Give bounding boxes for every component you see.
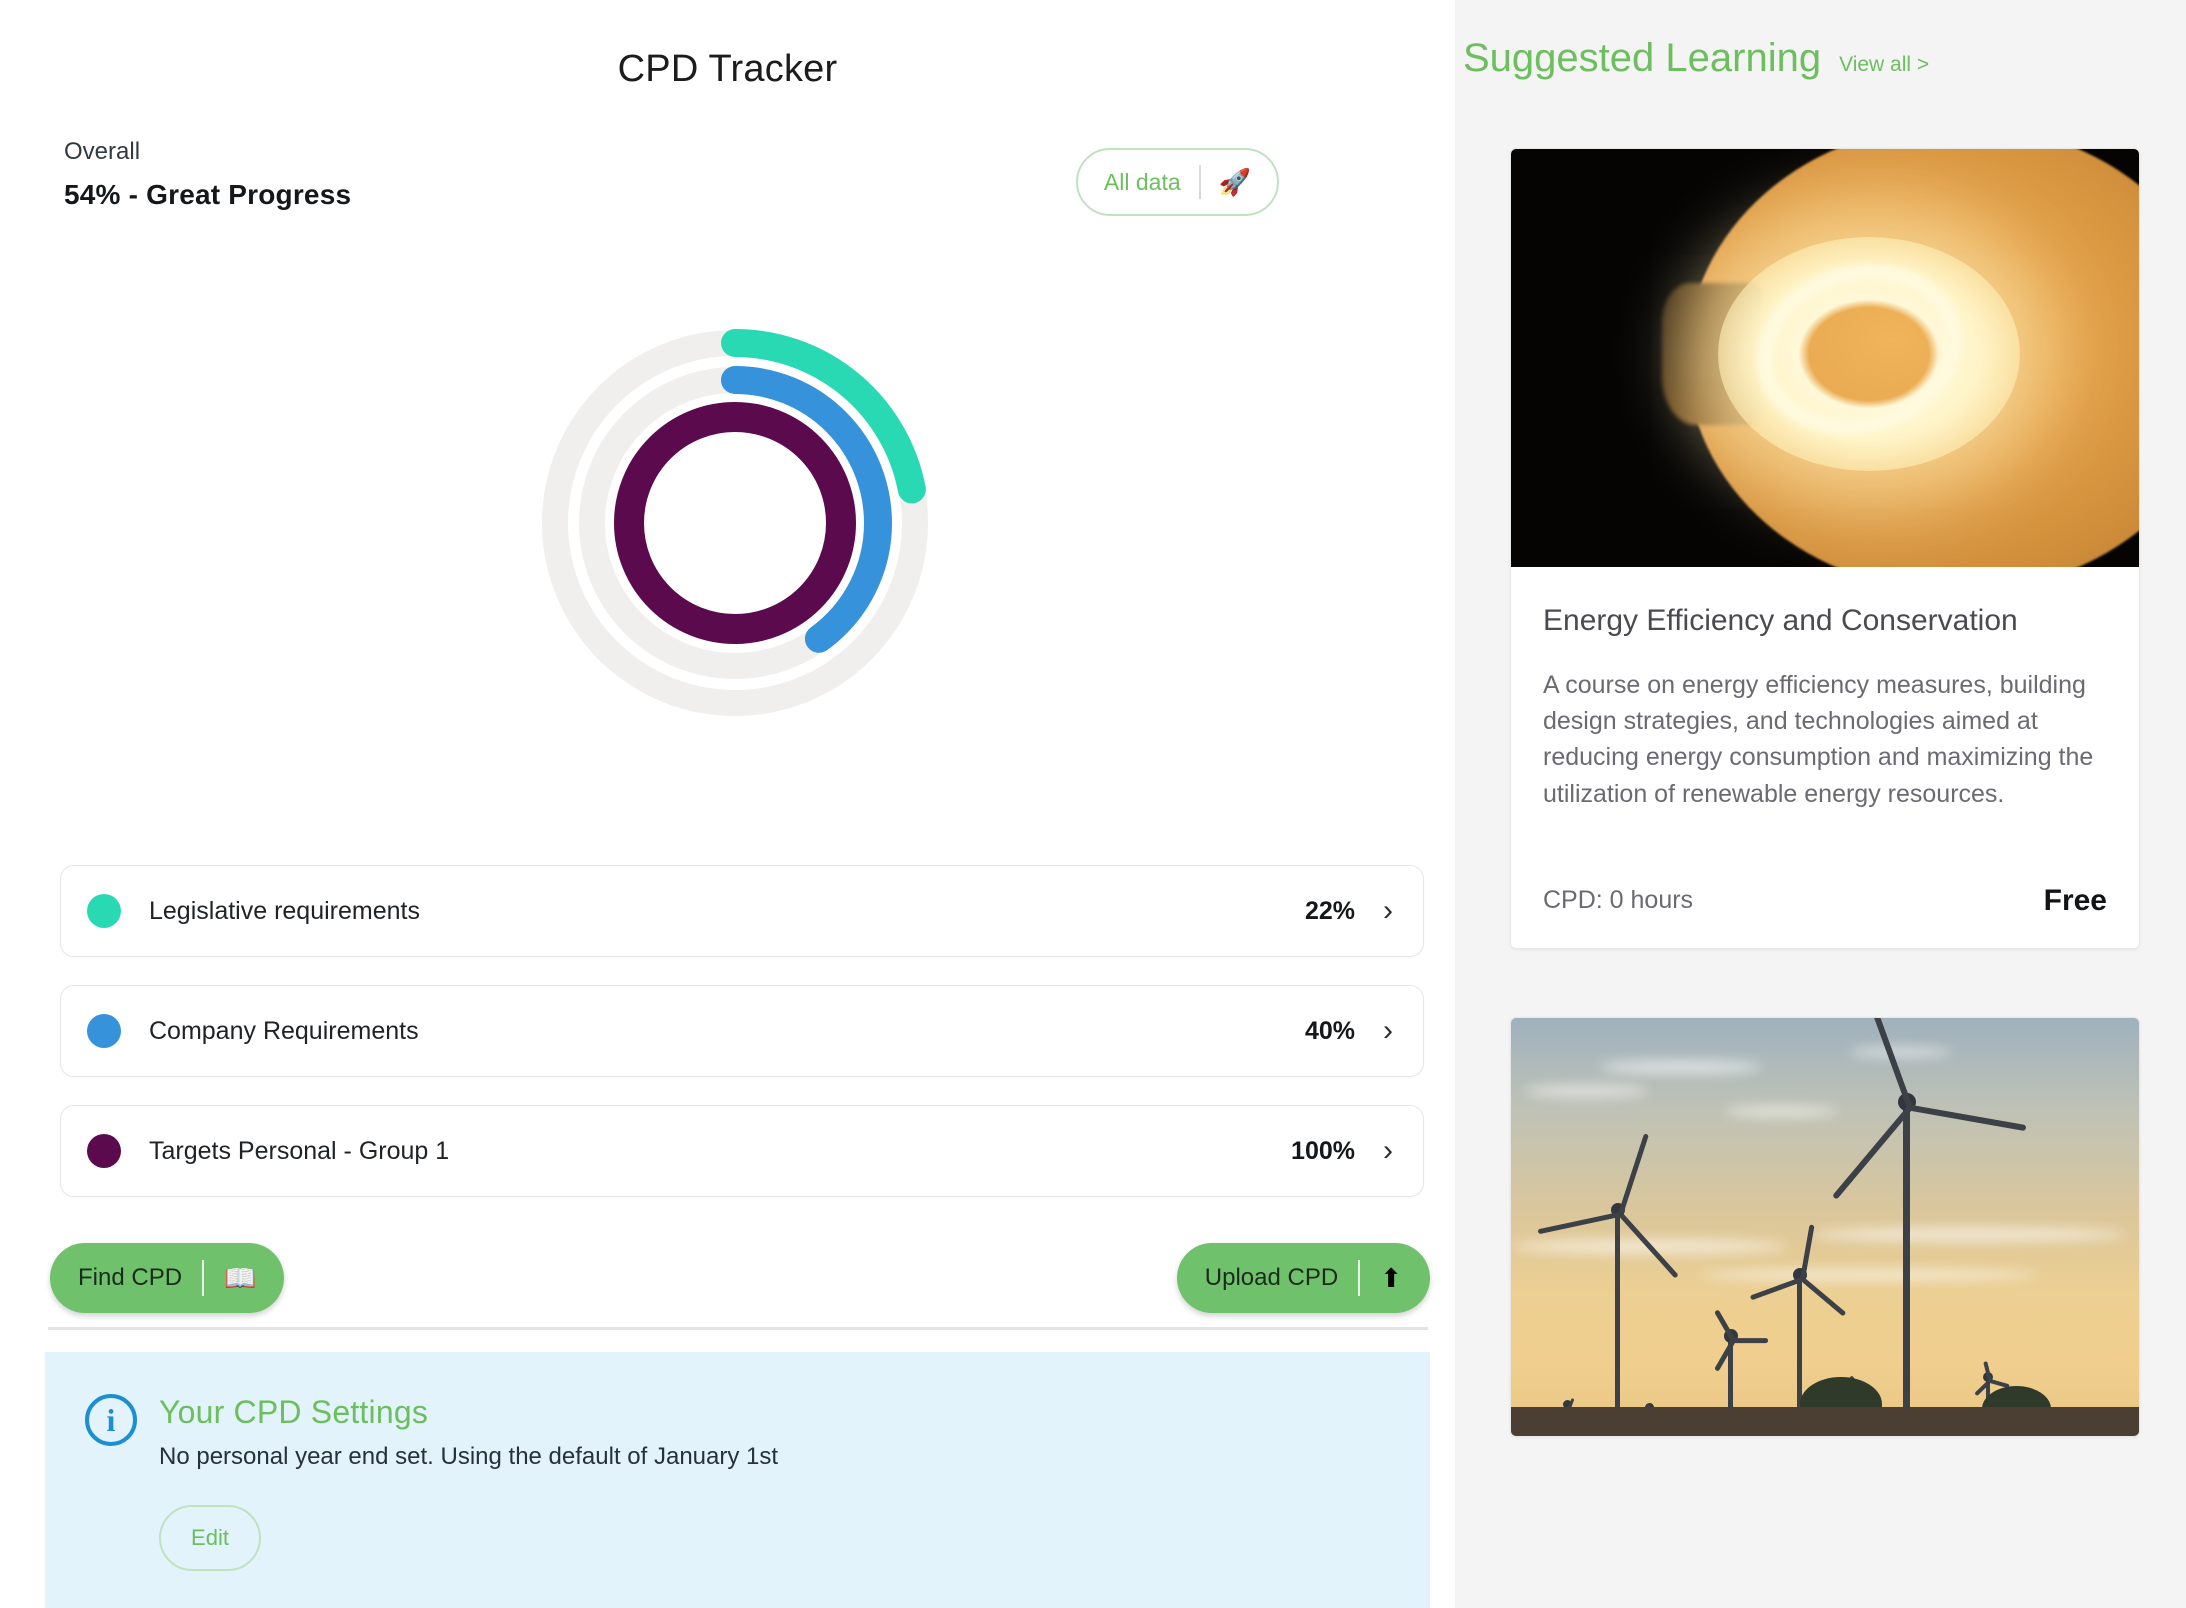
find-cpd-label: Find CPD (78, 1264, 183, 1291)
course-cpd-hours: CPD: 0 hours (1543, 886, 1694, 915)
find-cpd-button[interactable]: Find CPD 📖 (50, 1243, 285, 1313)
upload-cpd-label: Upload CPD (1204, 1264, 1339, 1291)
course-title: Energy Efficiency and Conservation (1543, 604, 2018, 637)
category-percent: 100% (1291, 1136, 1355, 1165)
category-list: Legislative requirements 22% › Company R… (60, 865, 1424, 1225)
chevron-right-icon[interactable]: › (1383, 1136, 1393, 1166)
info-panel-title: Your CPD Settings (159, 1394, 429, 1430)
action-button-bar: Find CPD 📖 Upload CPD ⬆ (50, 1243, 1430, 1313)
rocket-icon: 🚀 (1218, 167, 1251, 197)
info-panel-header: i Your CPD Settings No personal year end… (85, 1392, 1390, 1471)
list-item[interactable]: Legislative requirements 22% › (60, 865, 1424, 957)
info-panel-text: Your CPD Settings No personal year end s… (159, 1392, 778, 1471)
chevron-right-icon[interactable]: › (1383, 896, 1393, 926)
suggested-learning-header: Suggested Learning View all > (1463, 36, 1929, 81)
chevron-right-icon[interactable]: › (1383, 1016, 1393, 1046)
category-percent: 40% (1304, 1016, 1355, 1045)
info-panel-message: No personal year end set. Using the defa… (159, 1443, 779, 1470)
info-icon: i (85, 1394, 137, 1446)
donut-svg (541, 329, 929, 717)
progress-donut-chart (510, 298, 960, 748)
course-price: Free (2043, 883, 2107, 917)
overall-value: 54% - Great Progress (64, 178, 352, 210)
category-color-dot (87, 894, 121, 928)
suggested-learning-panel: Suggested Learning View all > Energy Eff… (1455, 0, 2186, 1608)
category-label: Legislative requirements (149, 896, 420, 925)
ring-arc-targets-personal (614, 402, 856, 644)
all-data-label: All data (1103, 168, 1181, 195)
view-all-link[interactable]: View all > (1839, 53, 1929, 77)
upload-icon: ⬆ (1380, 1263, 1402, 1293)
category-color-dot (87, 1134, 121, 1168)
course-description: A course on energy efficiency measures, … (1543, 670, 2094, 808)
course-card[interactable]: Energy Efficiency and Conservation A cou… (1510, 148, 2140, 949)
cpd-settings-info-panel: i Your CPD Settings No personal year end… (45, 1352, 1430, 1608)
page-title: CPD Tracker (617, 48, 838, 90)
upload-cpd-button[interactable]: Upload CPD ⬆ (1176, 1243, 1430, 1313)
overall-summary: Overall 54% - Great Progress (64, 138, 351, 211)
list-item[interactable]: Company Requirements 40% › (60, 985, 1424, 1077)
wind-turbines-photo (1511, 1017, 2139, 1436)
cpd-tracker-page: CPD Tracker Overall 54% - Great Progress… (0, 0, 2186, 1608)
cpd-tracker-panel: CPD Tracker Overall 54% - Great Progress… (0, 0, 1455, 1608)
book-icon: 📖 (224, 1263, 257, 1293)
edit-button[interactable]: Edit (159, 1505, 261, 1571)
section-divider (48, 1327, 1428, 1330)
suggested-learning-title: Suggested Learning (1463, 36, 1822, 80)
course-card[interactable] (1510, 1016, 2140, 1437)
lightbulb-photo (1511, 149, 2139, 567)
overall-label: Overall (64, 138, 141, 165)
category-label: Company Requirements (149, 1016, 419, 1045)
button-divider (1358, 1260, 1361, 1296)
course-card-footer: CPD: 0 hours Free (1543, 884, 2107, 918)
button-divider (1198, 165, 1201, 199)
list-item[interactable]: Targets Personal - Group 1 100% › (60, 1105, 1424, 1197)
category-label: Targets Personal - Group 1 (149, 1136, 450, 1165)
button-divider (202, 1260, 205, 1296)
course-card-list: Energy Efficiency and Conservation A cou… (1510, 148, 2140, 1505)
category-percent: 22% (1304, 896, 1355, 925)
category-color-dot (87, 1014, 121, 1048)
all-data-button[interactable]: All data 🚀 (1075, 148, 1279, 216)
course-card-body: Energy Efficiency and Conservation A cou… (1511, 567, 2139, 948)
